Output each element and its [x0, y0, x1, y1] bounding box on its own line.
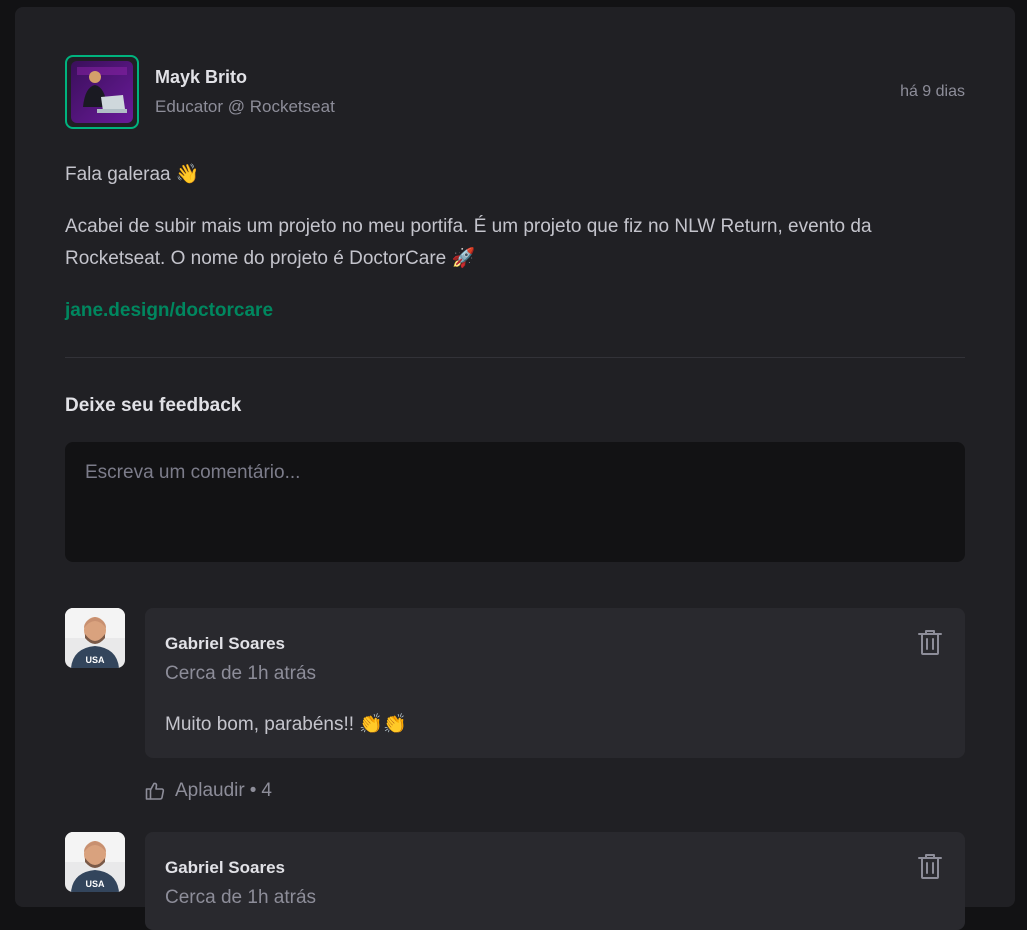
comment-author: Gabriel Soares: [165, 634, 286, 653]
post-content: Fala galeraa 👋 Acabei de subir mais um p…: [65, 159, 965, 327]
author-role: Educator @ Rocketseat: [155, 97, 335, 116]
comment-content: Gabriel Soares Cerca de 1h atrás: [145, 832, 965, 930]
comment-content: Gabriel Soares Cerca de 1h atrás Muito b…: [145, 608, 965, 758]
post-time: há 9 dias: [900, 83, 965, 100]
post-body: Acabei de subir mais um projeto no meu p…: [65, 216, 872, 269]
author-avatar-image: [71, 61, 133, 123]
applaud-separator: •: [249, 780, 257, 801]
svg-text:USA: USA: [85, 655, 105, 665]
comment-time: Cerca de 1h atrás: [165, 663, 317, 684]
comment-avatar-image: USA: [65, 832, 125, 892]
comment-text: Muito bom, parabéns!! 👏👏: [165, 714, 407, 735]
comment-avatar[interactable]: USA: [65, 608, 125, 668]
post-header: Mayk Brito Educator @ Rocketseat há 9 di…: [65, 55, 965, 129]
project-link[interactable]: jane.design/doctorcare: [65, 295, 273, 327]
author: Mayk Brito Educator @ Rocketseat: [65, 55, 335, 129]
comment-list: USA Gabriel Soares Cerca de 1h atrás Mui…: [65, 608, 965, 930]
applaud-count: 4: [261, 780, 272, 801]
svg-text:USA: USA: [85, 879, 105, 889]
author-info: Mayk Brito Educator @ Rocketseat: [155, 64, 335, 120]
divider: [65, 357, 965, 358]
feedback-title: Deixe seu feedback: [65, 395, 242, 416]
comment-author: Gabriel Soares: [165, 858, 286, 877]
comment-input[interactable]: [65, 442, 965, 562]
author-name: Mayk Brito: [155, 67, 248, 87]
comment-avatar[interactable]: USA: [65, 832, 125, 892]
comment-form: Deixe seu feedback: [65, 394, 965, 562]
comment-item: USA Gabriel Soares Cerca de 1h atrás: [65, 832, 965, 930]
trash-icon[interactable]: [917, 852, 943, 880]
trash-icon[interactable]: [917, 628, 943, 656]
comment-item: USA Gabriel Soares Cerca de 1h atrás Mui…: [65, 608, 965, 802]
author-avatar[interactable]: [65, 55, 139, 129]
post-greeting: Fala galeraa 👋: [65, 164, 200, 185]
comment-body: Gabriel Soares Cerca de 1h atrás: [145, 832, 965, 930]
post-card: Mayk Brito Educator @ Rocketseat há 9 di…: [15, 7, 1015, 930]
comment-body: Gabriel Soares Cerca de 1h atrás Muito b…: [145, 608, 965, 802]
comment-avatar-image: USA: [65, 608, 125, 668]
thumbs-up-icon: [145, 782, 165, 800]
applaud-label: Aplaudir: [175, 780, 245, 801]
applaud-button[interactable]: Aplaudir • 4: [145, 780, 272, 802]
comment-time: Cerca de 1h atrás: [165, 887, 317, 908]
